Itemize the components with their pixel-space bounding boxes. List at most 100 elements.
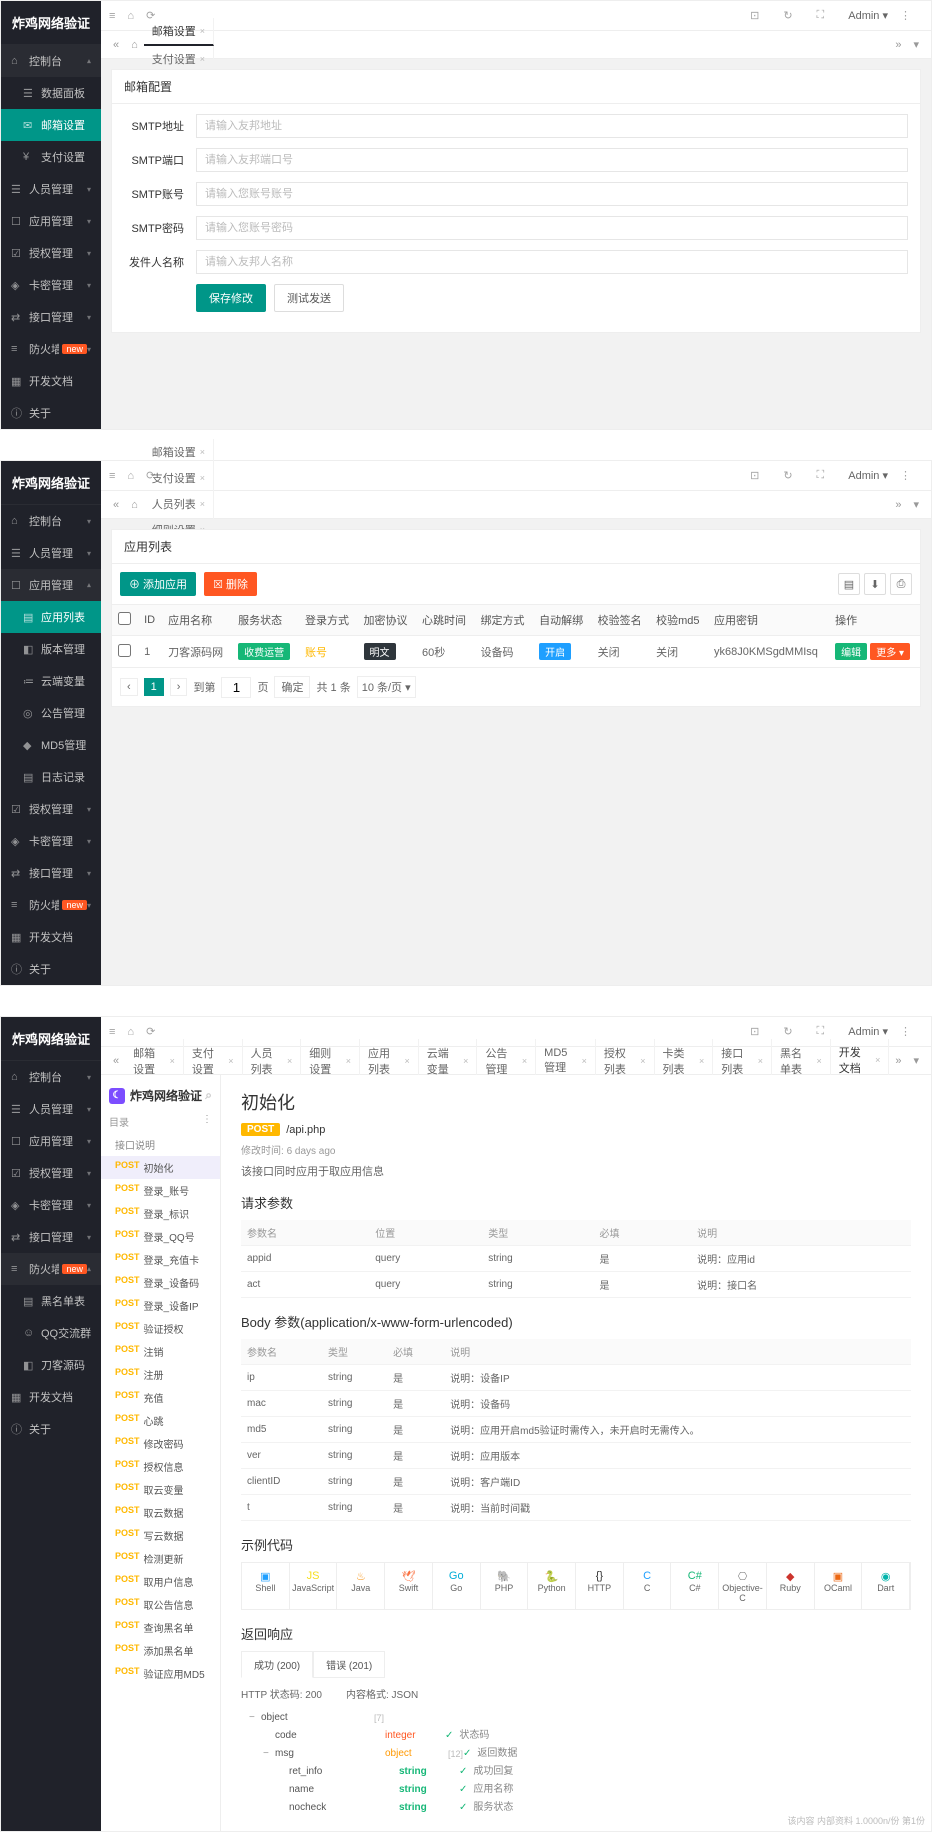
sidebar-item[interactable]: ✉邮箱设置 <box>1 109 101 141</box>
sidebar-item[interactable]: ☑授权管理▾ <box>1 237 101 269</box>
tab[interactable]: 邮箱设置× <box>144 439 214 465</box>
sidebar-item[interactable]: ⌂控制台▾ <box>1 505 101 537</box>
more-button[interactable]: 更多 ▾ <box>870 643 910 660</box>
close-icon[interactable]: × <box>200 499 205 509</box>
expand-icon[interactable]: ⛶ <box>817 1025 825 1038</box>
expand-icon[interactable]: ⛶ <box>817 469 825 482</box>
add-app-button[interactable]: ⊕ 添加应用 <box>120 572 196 596</box>
sidebar-item[interactable]: ☐应用管理▾ <box>1 569 101 601</box>
tabs-next-icon[interactable]: » <box>889 499 907 511</box>
print-icon[interactable]: ⎙ <box>890 573 912 595</box>
sidebar-item[interactable]: ▦开发文档 <box>1 921 101 953</box>
admin-menu[interactable]: Admin ▾ <box>848 469 888 482</box>
select-all-checkbox[interactable] <box>118 612 131 625</box>
docs-link[interactable]: POST初始化 <box>101 1156 220 1179</box>
code-tab[interactable]: ⎔Objective-C <box>719 1563 767 1609</box>
docs-link[interactable]: POST验证应用MD5 <box>101 1662 220 1685</box>
pager-page-1[interactable]: 1 <box>144 678 164 696</box>
tabs-next-icon[interactable]: » <box>889 1055 907 1067</box>
form-input[interactable] <box>196 216 908 240</box>
pager-prev[interactable]: ‹ <box>120 678 138 696</box>
sidebar-item[interactable]: ⓘ关于 <box>1 1413 101 1445</box>
home-icon[interactable]: ⌂ <box>127 1026 134 1038</box>
close-icon[interactable]: × <box>758 1056 763 1066</box>
sidebar-item[interactable]: ▦开发文档 <box>1 365 101 397</box>
tool1-icon[interactable]: ⊡ <box>750 469 759 482</box>
home-icon[interactable]: ⌂ <box>127 10 134 22</box>
save-button[interactable]: 保存修改 <box>196 284 266 312</box>
close-icon[interactable]: × <box>816 1056 821 1066</box>
sidebar-item[interactable]: ☺QQ交流群 <box>1 1317 101 1349</box>
docs-group[interactable]: 接口说明 <box>101 1133 220 1156</box>
menu-icon[interactable]: ≡ <box>109 470 115 482</box>
close-icon[interactable]: × <box>875 1055 880 1065</box>
sidebar-item[interactable]: ≡防火墙new▾ <box>1 889 101 921</box>
sidebar-item[interactable]: ☰人员管理▾ <box>1 537 101 569</box>
close-icon[interactable]: × <box>640 1056 645 1066</box>
sidebar-item[interactable]: ☰数据面板 <box>1 77 101 109</box>
tabs-prev-icon[interactable]: « <box>107 1055 125 1067</box>
tabs-dropdown-icon[interactable]: ▾ <box>907 38 925 51</box>
docs-link[interactable]: POST取云数据 <box>101 1501 220 1524</box>
pager-input[interactable] <box>221 677 251 698</box>
tabs-prev-icon[interactable]: « <box>107 39 125 51</box>
close-icon[interactable]: × <box>200 447 205 457</box>
filter-icon[interactable]: ▤ <box>838 573 860 595</box>
tool1-icon[interactable]: ⊡ <box>750 1025 759 1038</box>
docs-link[interactable]: POST登录_充值卡 <box>101 1248 220 1271</box>
refresh-icon[interactable]: ⟳ <box>146 469 155 482</box>
sidebar-item[interactable]: ◈卡密管理▾ <box>1 269 101 301</box>
docs-link[interactable]: POST验证授权 <box>101 1317 220 1340</box>
tabs-dropdown-icon[interactable]: ▾ <box>907 498 925 511</box>
sidebar-item[interactable]: ☑授权管理▾ <box>1 793 101 825</box>
docs-link[interactable]: POST取云变量 <box>101 1478 220 1501</box>
docs-search-icon[interactable]: ⌕ <box>205 1088 212 1103</box>
test-send-button[interactable]: 测试发送 <box>274 284 344 312</box>
docs-link[interactable]: POST心跳 <box>101 1409 220 1432</box>
close-icon[interactable]: × <box>522 1056 527 1066</box>
docs-link[interactable]: POST修改密码 <box>101 1432 220 1455</box>
close-icon[interactable]: × <box>200 26 205 36</box>
close-icon[interactable]: × <box>170 1056 175 1066</box>
form-input[interactable] <box>196 250 908 274</box>
expand-icon[interactable]: ⛶ <box>817 9 825 22</box>
docs-link[interactable]: POST取公告信息 <box>101 1593 220 1616</box>
code-tab[interactable]: JSJavaScript <box>290 1563 338 1609</box>
menu-icon[interactable]: ≡ <box>109 10 115 22</box>
refresh-icon[interactable]: ⟳ <box>146 9 155 22</box>
close-icon[interactable]: × <box>200 473 205 483</box>
tabs-prev-icon[interactable]: « <box>107 499 125 511</box>
tabs-dropdown-icon[interactable]: ▾ <box>907 1054 925 1067</box>
pager-pagesize[interactable]: 10 条/页 ▾ <box>357 676 416 698</box>
sidebar-item[interactable]: ≡防火墙new▾ <box>1 333 101 365</box>
close-icon[interactable]: × <box>287 1056 292 1066</box>
sidebar-item[interactable]: ☰人员管理▾ <box>1 1093 101 1125</box>
close-icon[interactable]: × <box>699 1056 704 1066</box>
sidebar-item[interactable]: ☐应用管理▾ <box>1 205 101 237</box>
form-input[interactable] <box>196 182 908 206</box>
pager-next[interactable]: › <box>170 678 188 696</box>
sidebar-item[interactable]: ⌂控制台▾ <box>1 45 101 77</box>
close-icon[interactable]: × <box>404 1056 409 1066</box>
tabs-home-icon[interactable]: ⌂ <box>125 39 144 51</box>
close-icon[interactable]: × <box>228 1056 233 1066</box>
docs-link[interactable]: POST取用户信息 <box>101 1570 220 1593</box>
more-icon[interactable]: ⋮ <box>900 469 911 482</box>
tab[interactable]: 人员列表× <box>144 491 214 517</box>
code-tab[interactable]: ◆Ruby <box>767 1563 815 1609</box>
tool2-icon[interactable]: ↻ <box>783 9 792 22</box>
resp-tab[interactable]: 成功 (200) <box>241 1651 313 1678</box>
admin-menu[interactable]: Admin ▾ <box>848 1025 888 1038</box>
sidebar-item[interactable]: ◧刀客源码 <box>1 1349 101 1381</box>
tabs-home-icon[interactable]: ⌂ <box>125 499 144 511</box>
sidebar-item[interactable]: ⓘ关于 <box>1 953 101 985</box>
sidebar-item[interactable]: ▤应用列表 <box>1 601 101 633</box>
docs-link[interactable]: POST写云数据 <box>101 1524 220 1547</box>
admin-menu[interactable]: Admin ▾ <box>848 9 888 22</box>
sidebar-item[interactable]: ▤黑名单表 <box>1 1285 101 1317</box>
sidebar-item[interactable]: ▤日志记录 <box>1 761 101 793</box>
sidebar-item[interactable]: ≔云端变量 <box>1 665 101 697</box>
docs-link[interactable]: POST授权信息 <box>101 1455 220 1478</box>
tool2-icon[interactable]: ↻ <box>783 1025 792 1038</box>
close-icon[interactable]: × <box>463 1056 468 1066</box>
